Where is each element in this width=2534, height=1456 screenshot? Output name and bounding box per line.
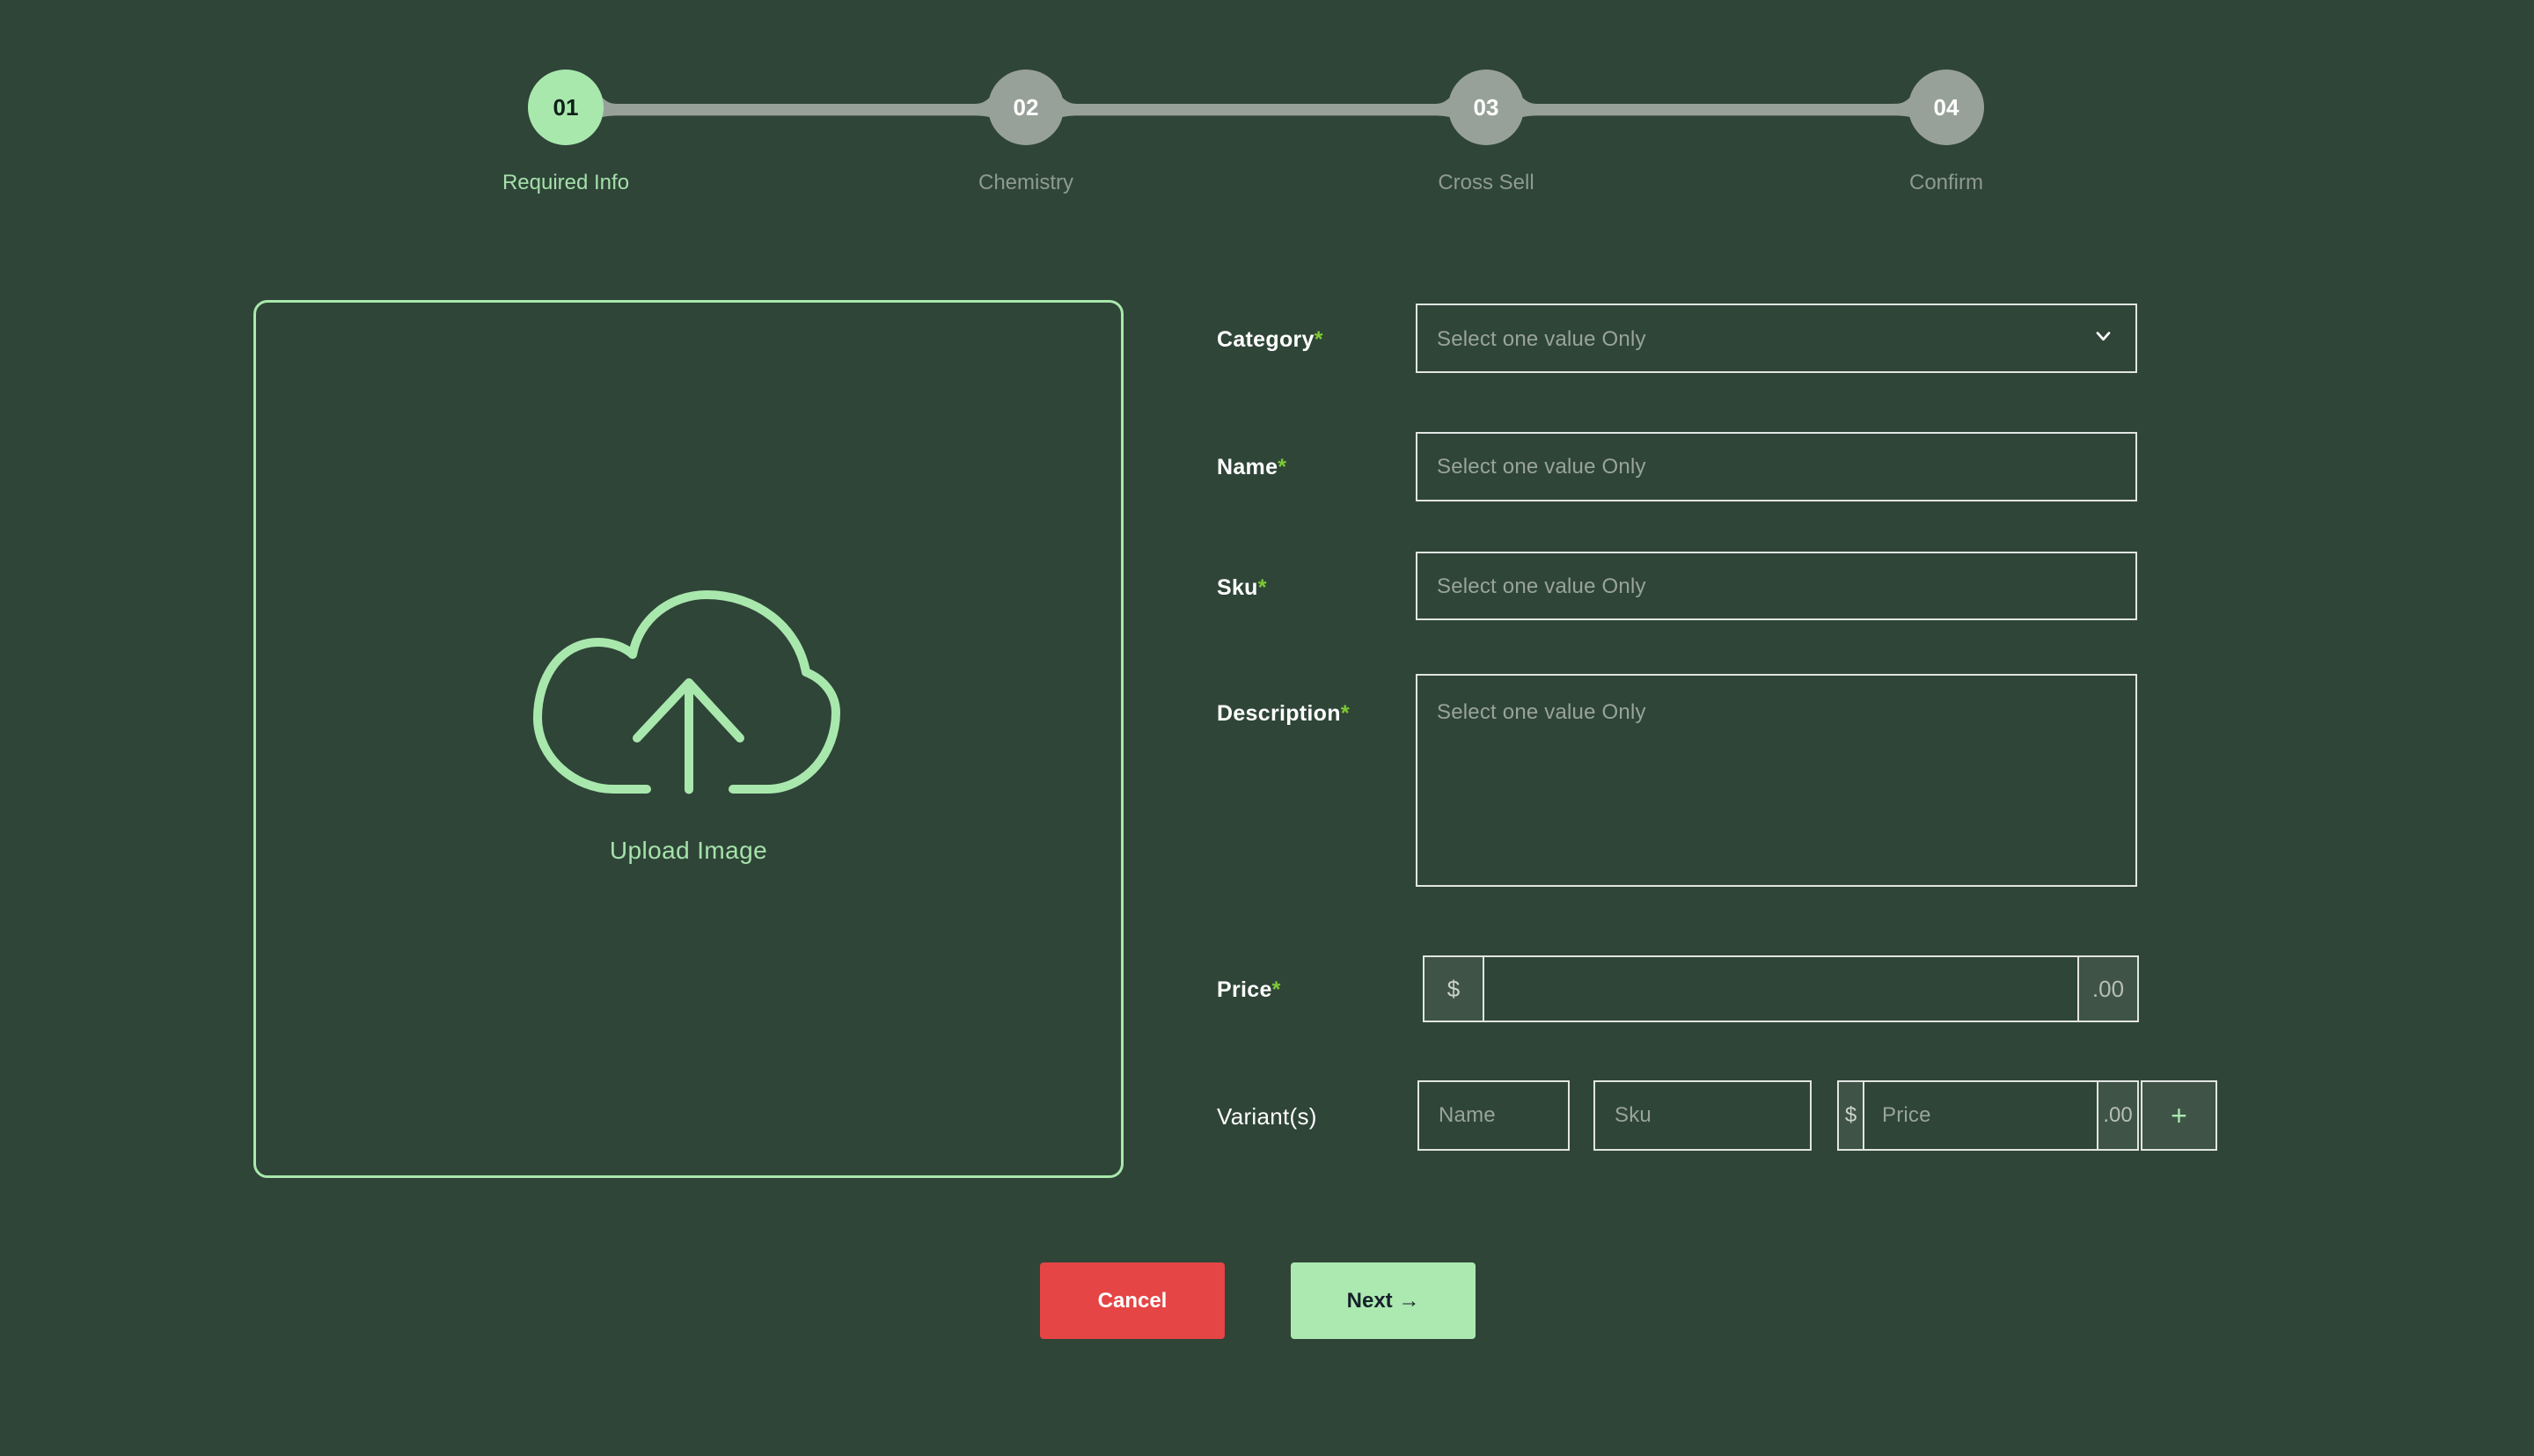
svg-text:03: 03: [1474, 94, 1499, 121]
svg-text:Chemistry: Chemistry: [978, 171, 1073, 194]
svg-text:Required Info: Required Info: [502, 171, 629, 194]
svg-text:01: 01: [553, 94, 579, 121]
svg-text:04: 04: [1934, 94, 1959, 121]
svg-text:02: 02: [1014, 94, 1039, 121]
svg-text:Cross Sell: Cross Sell: [1438, 171, 1534, 194]
svg-text:Confirm: Confirm: [1909, 171, 1983, 194]
